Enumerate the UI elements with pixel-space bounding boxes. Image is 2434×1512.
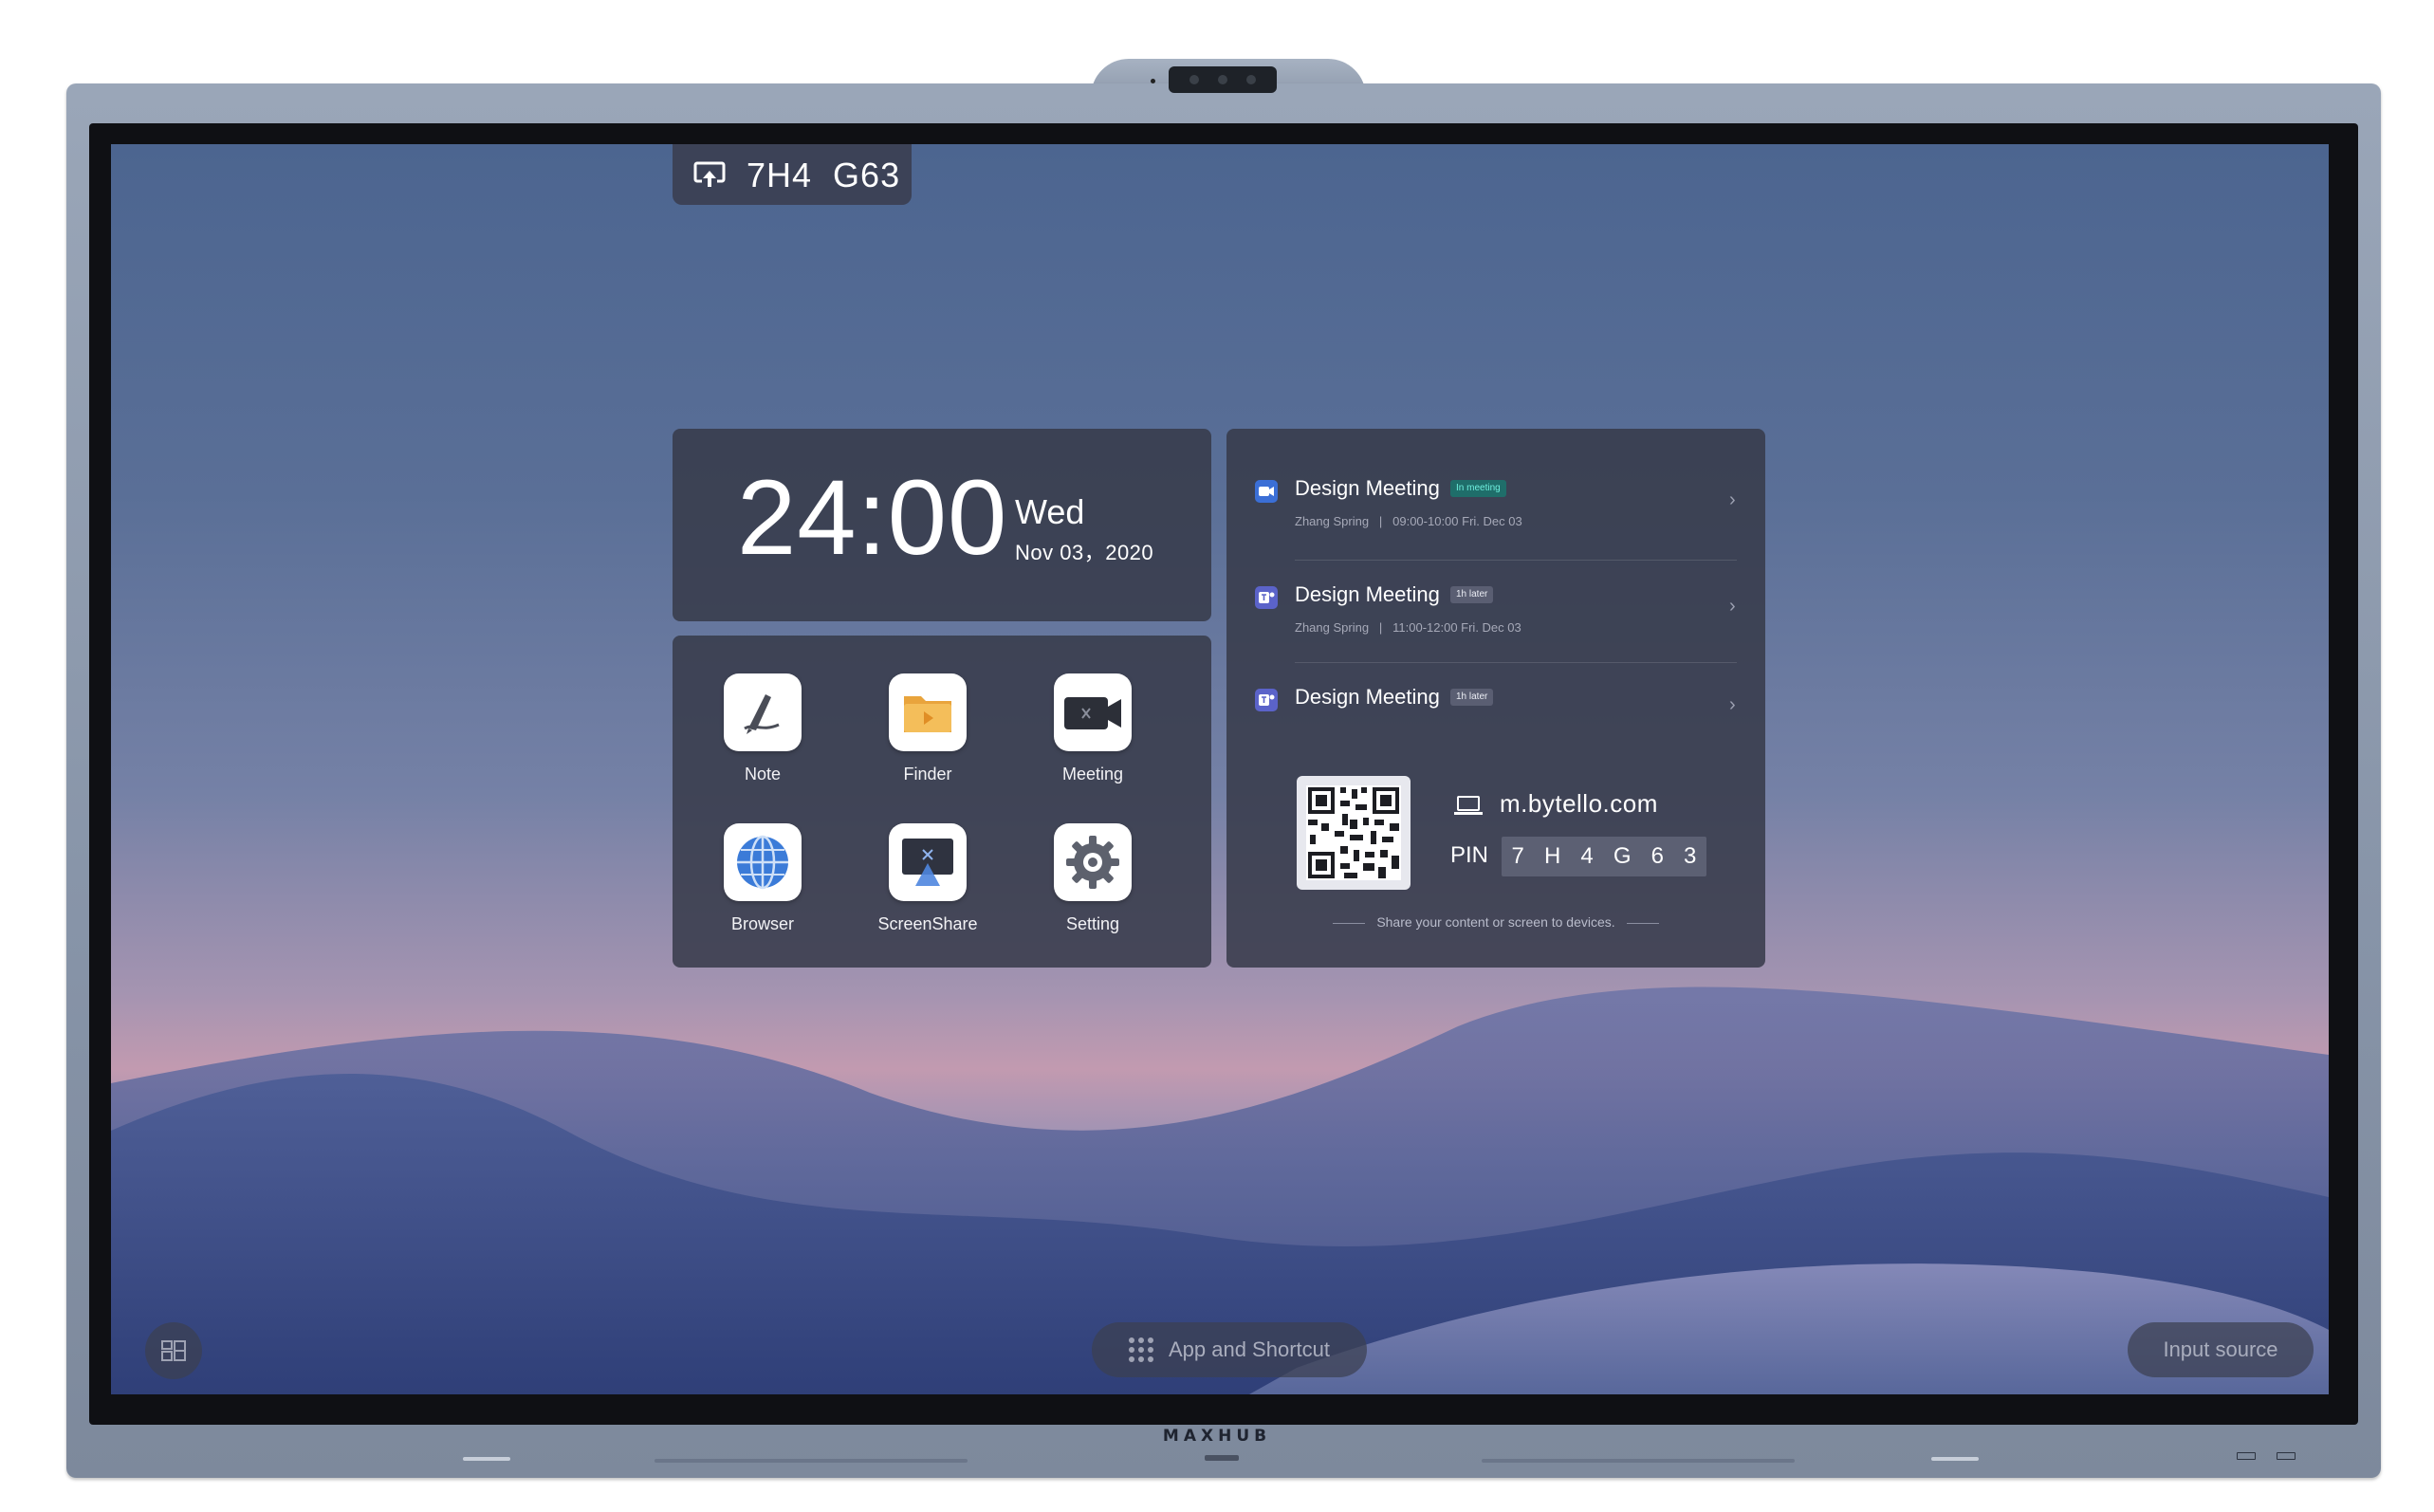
pin-digit: H [1543, 843, 1561, 869]
chevron-right-icon[interactable]: › [1729, 596, 1736, 618]
zoom-video-icon [1255, 480, 1278, 503]
home-screen: 7H4 G63 24:00 Wed Nov 03，2020 Note Finde… [111, 144, 2329, 1394]
status-badge: 1h later [1450, 586, 1494, 603]
divider [1295, 662, 1737, 663]
app-grid-icon [1128, 1337, 1153, 1362]
meeting-organizer: Zhang Spring [1295, 620, 1370, 635]
app-and-shortcut-button[interactable]: App and Shortcut [1092, 1322, 1367, 1377]
apps-widget: Note Finder Meeting Browser ScreenShare … [673, 636, 1211, 968]
gear-icon [1054, 823, 1132, 901]
windows-button[interactable] [145, 1322, 202, 1379]
app-label: ScreenShare [877, 914, 978, 933]
camera-icon [1169, 66, 1277, 93]
screen-cast-code[interactable]: 7H4 G63 [673, 144, 912, 205]
app-label: Finder [903, 765, 952, 784]
share-url-text: m.bytello.com [1500, 789, 1658, 818]
meeting-title: Design Meeting [1295, 476, 1440, 500]
brand-logo: MAXHUB [1162, 1427, 1272, 1446]
app-screenshare[interactable]: ScreenShare [857, 823, 999, 934]
meeting-time: 11:00-12:00 Fri. Dec 03 [1392, 620, 1521, 635]
sensor-right [1931, 1457, 1979, 1461]
app-note[interactable]: Note [691, 673, 834, 784]
meeting-time: 09:00-10:00 Fri. Dec 03 [1392, 514, 1522, 528]
input-source-button[interactable]: Input source [2128, 1322, 2314, 1377]
share-hint: Share your content or screen to devices. [1226, 914, 1765, 930]
laptop-icon [1454, 796, 1483, 815]
pin-digit: 3 [1684, 843, 1697, 869]
pin-digit: 4 [1580, 843, 1594, 869]
app-meeting[interactable]: Meeting [1022, 673, 1164, 784]
meeting-details: Zhang Spring | 09:00-10:00 Fri. Dec 03 [1295, 514, 1522, 528]
meeting-title: Design Meeting [1295, 582, 1440, 606]
pin-label: PIN [1450, 842, 1489, 868]
divider [1333, 922, 1366, 924]
teams-icon [1255, 689, 1278, 711]
globe-icon [724, 823, 802, 901]
pin-digit: G [1613, 843, 1632, 869]
usb-port [2277, 1452, 2296, 1460]
pin-digit: 6 [1650, 843, 1664, 869]
meeting-title: Design Meeting [1295, 685, 1440, 709]
input-source-label: Input source [2163, 1337, 2278, 1361]
teams-icon [1255, 586, 1278, 609]
pin-code: 7 H 4 G 6 3 [1502, 837, 1706, 876]
divider [1295, 560, 1737, 561]
qr-code [1297, 776, 1411, 890]
app-browser[interactable]: Browser [691, 823, 834, 934]
speaker-grille-right [1482, 1459, 1795, 1463]
share-hint-text: Share your content or screen to devices. [1376, 914, 1615, 930]
note-pen-icon [724, 673, 802, 751]
app-label: Browser [730, 914, 794, 933]
clock-date: Nov 03，2020 [1015, 541, 1154, 564]
qr-code-icon [1306, 785, 1401, 880]
app-shortcut-label: App and Shortcut [1168, 1337, 1330, 1361]
speaker-grille-left [655, 1459, 968, 1463]
app-label: Note [744, 765, 782, 784]
clock-time: 24:00 [737, 458, 1008, 577]
sensor-left [463, 1457, 510, 1461]
desert-wallpaper [111, 986, 2329, 1394]
app-label: Setting [1065, 914, 1120, 933]
app-label: Meeting [1061, 765, 1124, 784]
folder-icon [889, 673, 967, 751]
app-setting[interactable]: Setting [1022, 823, 1164, 934]
video-camera-icon [1054, 673, 1132, 751]
chevron-right-icon[interactable]: › [1729, 694, 1736, 716]
power-button[interactable] [1205, 1455, 1239, 1461]
pin-digit: 7 [1511, 843, 1524, 869]
status-badge: In meeting [1450, 480, 1506, 497]
app-finder[interactable]: Finder [857, 673, 999, 784]
usb-port [2237, 1452, 2256, 1460]
clock-day: Wed [1015, 492, 1085, 531]
chevron-right-icon[interactable]: › [1729, 489, 1736, 511]
screen-cast-icon [693, 161, 726, 187]
clock-widget: 24:00 Wed Nov 03，2020 [673, 429, 1211, 621]
camera-indicator [1151, 79, 1155, 83]
cast-code-text: 7H4 G63 [747, 156, 901, 194]
windows-icon [161, 1340, 186, 1361]
screen-share-icon [889, 823, 967, 901]
meeting-organizer: Zhang Spring [1295, 514, 1370, 528]
status-badge: 1h later [1450, 689, 1494, 706]
divider [1626, 922, 1659, 924]
schedule-widget: Design Meeting In meeting Zhang Spring |… [1226, 429, 1765, 968]
meeting-details: Zhang Spring | 11:00-12:00 Fri. Dec 03 [1295, 620, 1521, 635]
